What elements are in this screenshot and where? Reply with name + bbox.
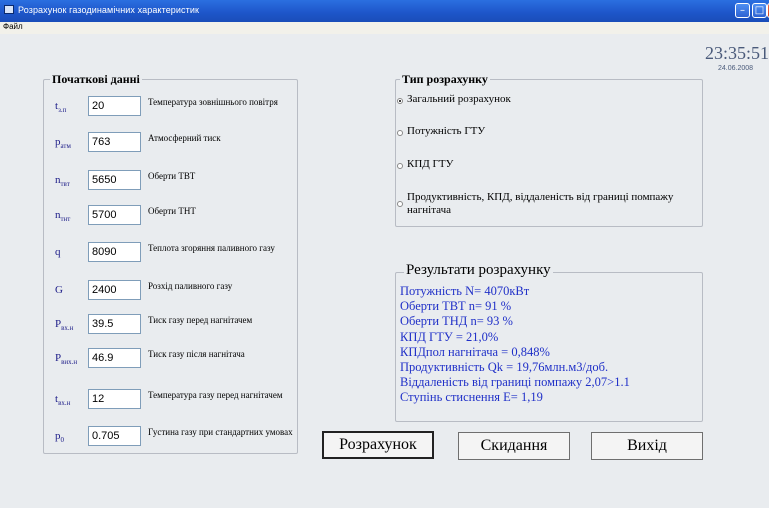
- result-line: Оберти ТНД n= 93 %: [400, 314, 513, 329]
- radio-label[interactable]: Загальний розрахунок: [407, 93, 511, 105]
- menu-file[interactable]: Файл: [3, 22, 23, 31]
- clock-date: 24.06.2008: [718, 65, 754, 72]
- param-description: Атмосферний тиск: [148, 133, 221, 143]
- param-symbol: Pвх.н: [55, 318, 74, 333]
- clock-time: 23:35:51: [705, 43, 769, 63]
- reset-button[interactable]: Скидання: [458, 432, 570, 460]
- param-symbol: p0: [55, 430, 64, 445]
- param-symbol: pатм: [55, 136, 71, 151]
- param-input[interactable]: [88, 426, 141, 446]
- param-symbol: G: [55, 284, 63, 296]
- minimize-button[interactable]: –: [735, 3, 750, 18]
- radio-button[interactable]: [397, 130, 403, 136]
- menu-bar: Файл: [0, 22, 769, 34]
- result-line: Ступінь стиснення Е= 1,19: [400, 390, 543, 405]
- param-description: Тиск газу після нагнітача: [148, 349, 245, 359]
- radio-label[interactable]: Потужність ГТУ: [407, 125, 485, 137]
- param-symbol: tвх.н: [55, 393, 71, 408]
- param-input[interactable]: [88, 389, 141, 409]
- param-description: Оберти ТВТ: [148, 171, 196, 181]
- param-description: Розхід паливного газу: [148, 281, 233, 291]
- param-input[interactable]: [88, 280, 141, 300]
- title-bar: Розрахунок газодинамічних характеристик …: [0, 0, 769, 22]
- param-input[interactable]: [88, 314, 141, 334]
- radio-label[interactable]: КПД ГТУ: [407, 158, 453, 170]
- param-input[interactable]: [88, 205, 141, 225]
- radio-label[interactable]: Продуктивність, КПД, віддаленість від гр…: [407, 191, 687, 217]
- param-description: Температура зовнішнього повітря: [148, 97, 278, 107]
- result-line: Потужність N= 4070кВт: [400, 284, 530, 298]
- window-title: Розрахунок газодинамічних характеристик: [18, 5, 200, 15]
- radio-button[interactable]: [397, 98, 403, 104]
- param-input[interactable]: [88, 132, 141, 152]
- param-input[interactable]: [88, 348, 141, 368]
- param-symbol: Pвих.н: [55, 352, 78, 367]
- maximize-button[interactable]: □: [752, 3, 767, 18]
- param-symbol: tз.п: [55, 100, 67, 115]
- app-icon: [4, 5, 14, 14]
- param-input[interactable]: [88, 242, 141, 262]
- result-line: Продуктивність Qk = 19,76млн.м3/доб.: [400, 360, 609, 374]
- result-line: Оберти ТВТ n= 91 %: [400, 299, 512, 314]
- param-symbol: nтнт: [55, 209, 71, 224]
- result-line: КПДпол нагнітача = 0,848%: [400, 344, 550, 359]
- param-symbol: q: [55, 246, 61, 258]
- results-legend: Результати розрахунку: [404, 262, 553, 279]
- radio-button[interactable]: [397, 201, 403, 207]
- param-input[interactable]: [88, 96, 141, 116]
- param-description: Тиск газу перед нагнітачем: [148, 315, 253, 325]
- initial-data-legend: Початкові данні: [50, 72, 142, 87]
- exit-button[interactable]: Вихід: [591, 432, 703, 460]
- param-description: Густина газу при стандартних умовах: [148, 427, 293, 437]
- param-description: Теплота згоряння паливного газу: [148, 243, 275, 253]
- param-symbol: nтвт: [55, 174, 70, 189]
- result-line: Віддаленість від границі помпажу 2,07>1.…: [400, 375, 630, 390]
- result-line: КПД ГТУ = 21,0%: [400, 329, 499, 344]
- param-description: Температура газу перед нагнітачем: [148, 390, 283, 400]
- calc-type-legend: Тип розрахунку: [400, 72, 490, 87]
- param-description: Оберти ТНТ: [148, 206, 196, 216]
- calculate-button[interactable]: Розрахунок: [322, 431, 434, 459]
- radio-button[interactable]: [397, 163, 403, 169]
- param-input[interactable]: [88, 170, 141, 190]
